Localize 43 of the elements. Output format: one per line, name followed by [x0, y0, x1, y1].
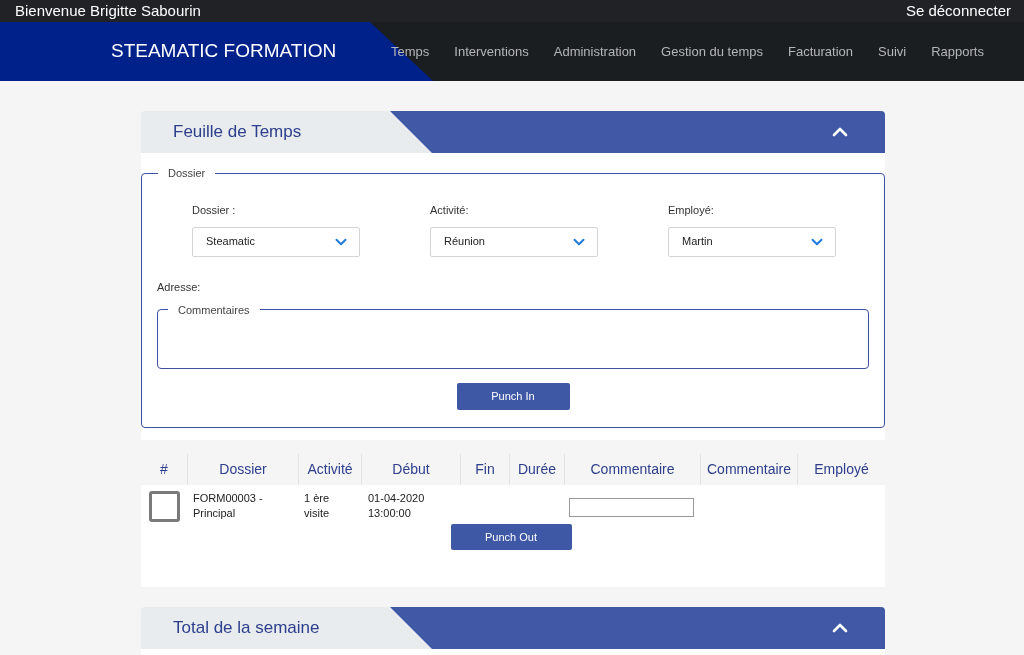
punch-in-button[interactable]: Punch In: [456, 383, 570, 410]
column-header: Dossier: [187, 454, 298, 485]
column-header: Début: [361, 454, 460, 485]
row-checkbox[interactable]: [148, 491, 180, 522]
chevron-up-icon: [832, 127, 848, 137]
nav-link[interactable]: Administration: [553, 41, 637, 62]
logout-link[interactable]: Se déconnecter: [905, 0, 1011, 23]
column-header: #: [159, 460, 169, 479]
nav-link[interactable]: Rapports: [931, 41, 984, 62]
chevron-down-icon: [335, 237, 347, 246]
select-field[interactable]: Steamatic: [192, 226, 360, 257]
column-header: Commentaire: [700, 454, 797, 485]
nav-link[interactable]: Interventions: [454, 41, 529, 62]
table-cell-text: 1 ère visite: [303, 491, 331, 521]
section-title: Feuille de Temps: [173, 121, 302, 144]
table-cell-text: 01-04-2020 13:00:00: [367, 491, 426, 521]
collapse-toggle[interactable]: [831, 125, 849, 139]
field-label: Dossier :: [192, 203, 237, 218]
nav-link[interactable]: Facturation: [788, 41, 854, 62]
section-title: Total de la semaine: [173, 617, 320, 640]
nav-link[interactable]: Gestion du temps: [661, 41, 763, 62]
comments-legend: Commentaires: [168, 303, 260, 317]
comment-input[interactable]: [569, 497, 694, 517]
address-label: Adresse:: [157, 279, 202, 295]
select-field[interactable]: Martin: [668, 226, 836, 257]
brand-title[interactable]: STEAMATIC FORMATION: [111, 37, 381, 66]
column-header: Durée: [509, 454, 564, 485]
nav-link[interactable]: Suivi: [878, 41, 907, 62]
fieldset-legend: Dossier: [158, 166, 216, 180]
field-label: Activité:: [430, 203, 470, 218]
chevron-down-icon: [811, 237, 823, 246]
column-header: Activité: [298, 454, 361, 485]
collapse-toggle[interactable]: [831, 621, 849, 635]
chevron-up-icon: [832, 623, 848, 633]
select-field[interactable]: Réunion: [430, 226, 598, 257]
column-header: Fin: [460, 454, 509, 485]
punch-out-button[interactable]: Punch Out: [450, 524, 572, 550]
field-label: Employé:: [668, 203, 715, 218]
welcome-text: Bienvenue Brigitte Sabourin: [15, 0, 201, 21]
column-header: Employé: [797, 454, 885, 485]
column-header: Commentaire: [564, 454, 700, 485]
chevron-down-icon: [573, 237, 585, 246]
table-cell-text: FORM00003 - Principal: [192, 491, 264, 521]
